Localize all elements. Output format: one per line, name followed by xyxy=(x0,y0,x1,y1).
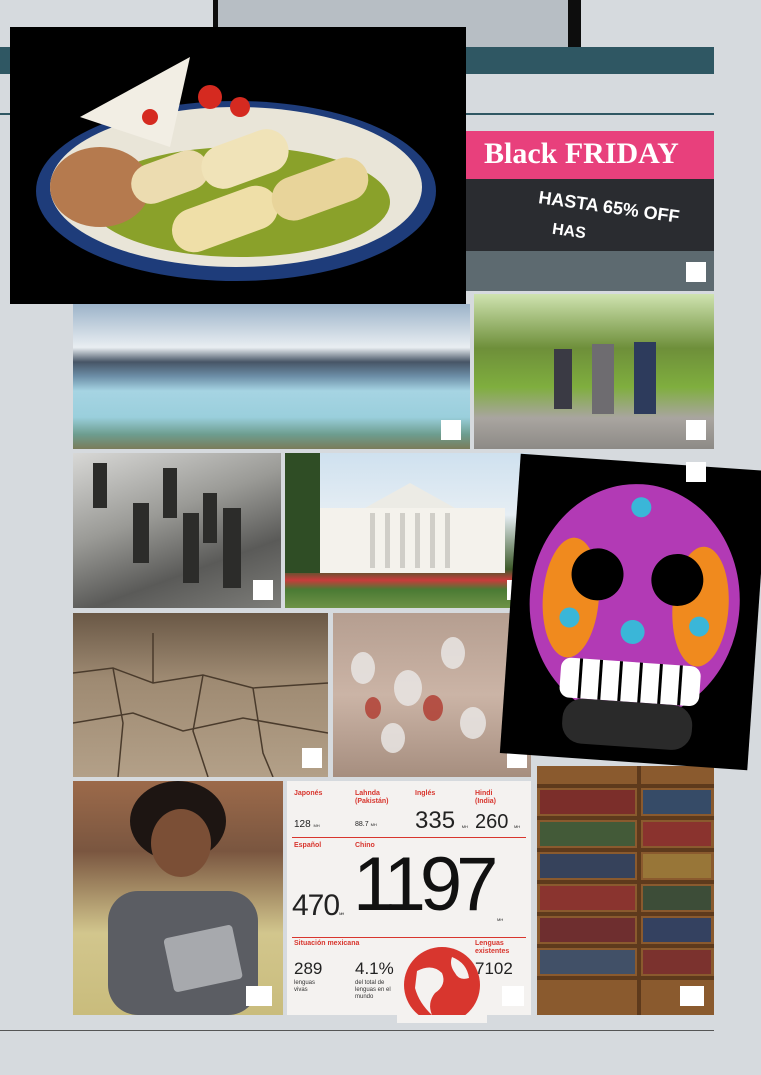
value-lahnda: 88.7 MH xyxy=(355,821,377,828)
rule-1 xyxy=(292,837,526,838)
label-lahnda: Lahnda (Pakistán) xyxy=(355,790,389,805)
marker-soldiers[interactable] xyxy=(253,580,273,600)
revolution-soldiers-photo[interactable] xyxy=(73,453,281,608)
dry-earth-photo[interactable] xyxy=(73,613,328,777)
glacier-photo[interactable] xyxy=(73,304,470,449)
marker-glacier[interactable] xyxy=(441,420,461,440)
park-walkers-photo[interactable] xyxy=(474,294,714,449)
student-art xyxy=(108,781,258,1015)
marker-black-friday[interactable] xyxy=(686,262,706,282)
value-chino: 1197 xyxy=(353,842,498,927)
marker-student[interactable] xyxy=(246,986,272,1006)
white-house-art xyxy=(285,453,505,573)
globe-icon xyxy=(397,947,487,1023)
skull-art xyxy=(529,484,740,750)
enchiladas-art xyxy=(36,57,436,281)
enchiladas-photo[interactable] xyxy=(10,27,466,304)
value-hindi: 260 MH xyxy=(475,811,521,833)
student-tablet-photo[interactable] xyxy=(73,781,283,1015)
label-hindi: Hindi (India) xyxy=(475,790,496,805)
value-porcentaje: 4.1% xyxy=(355,959,394,978)
walkers-art xyxy=(554,342,656,414)
footer-rule xyxy=(0,1030,714,1031)
marker-dry-earth[interactable] xyxy=(302,748,322,768)
label-espanol: Español xyxy=(294,842,322,849)
cracks-art xyxy=(73,633,328,777)
label-japones: Japonés xyxy=(294,790,323,797)
banner-text: Black FRIDAY xyxy=(484,137,679,170)
marker-park[interactable] xyxy=(686,420,706,440)
soldiers-art xyxy=(93,463,241,588)
marker-bookshelf[interactable] xyxy=(680,986,704,1006)
white-house-photo[interactable] xyxy=(285,453,530,608)
bookshelf-art xyxy=(537,766,714,1015)
label-ingles: Inglés xyxy=(415,790,436,797)
unit-chino: MH xyxy=(497,917,504,922)
bookshelf-photo[interactable] xyxy=(537,766,714,1015)
store-floor xyxy=(460,251,714,291)
sale-text-2: HAS xyxy=(551,220,587,243)
text-vivas: lenguas vivas xyxy=(294,980,316,993)
marker-sugar-skull[interactable] xyxy=(686,462,706,482)
black-friday-photo[interactable]: Black FRIDAY HASTA 65% OFF HAS xyxy=(460,131,714,291)
sugar-skull-photo[interactable] xyxy=(499,453,761,771)
marker-infographic[interactable] xyxy=(502,986,524,1006)
black-friday-banner: Black FRIDAY xyxy=(460,131,714,179)
value-japones: 128 MH xyxy=(294,819,320,830)
label-situacion: Situación mexicana xyxy=(294,940,360,947)
languages-infographic: Japonés Lahnda (Pakistán) Inglés Hindi (… xyxy=(287,781,531,1023)
value-espanol: 470MH xyxy=(292,889,344,922)
rule-2 xyxy=(292,937,526,938)
value-ingles: 335 MH xyxy=(415,807,468,834)
value-vivas: 289 xyxy=(294,959,323,978)
